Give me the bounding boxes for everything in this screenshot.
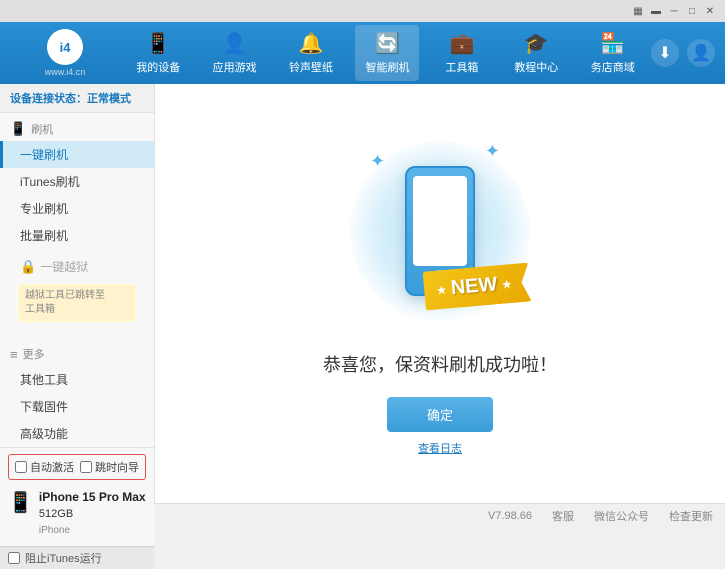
flash-section-label: 刷机 bbox=[31, 121, 53, 137]
sidebar-item-batch-flash[interactable]: 批量刷机 bbox=[0, 222, 154, 249]
star-icon-left: ★ bbox=[435, 282, 447, 297]
close-icon[interactable]: ✕ bbox=[703, 4, 717, 18]
download-button[interactable]: ⬇ bbox=[651, 39, 679, 67]
content-area: ✦ ✦ ★ NEW ★ 恭喜您，保资料刷机成功啦！ 确定 查看日志 bbox=[155, 84, 725, 503]
toolbox-label: 工具箱 bbox=[445, 59, 478, 75]
top-bar: ▦ ▬ ─ □ ✕ bbox=[0, 0, 725, 22]
success-message: 恭喜您，保资料刷机成功啦！ bbox=[323, 351, 557, 377]
phone-illustration: ✦ ✦ ★ NEW ★ bbox=[340, 131, 540, 331]
status-value: 正常模式 bbox=[87, 93, 131, 105]
merchant-label: 务店商域 bbox=[591, 59, 635, 75]
toolbox-icon: 💼 bbox=[449, 31, 474, 56]
nav-toolbox[interactable]: 💼 工具箱 bbox=[432, 25, 492, 81]
main: 设备连接状态：正常模式 📱 刷机 一键刷机 iTunes刷机 专业刷机 批量刷机… bbox=[0, 84, 725, 503]
tutorials-icon: 🎓 bbox=[524, 31, 549, 56]
nav-my-device[interactable]: 📱 我的设备 bbox=[126, 25, 190, 81]
new-ribbon: ★ NEW ★ bbox=[422, 262, 531, 310]
sidebar: 设备连接状态：正常模式 📱 刷机 一键刷机 iTunes刷机 专业刷机 批量刷机… bbox=[0, 84, 155, 503]
logo-url: www.i4.cn bbox=[45, 67, 86, 77]
sparkle-icon-2: ✦ bbox=[485, 141, 500, 162]
wifi-icon: ▦ bbox=[631, 4, 645, 18]
sidebar-item-one-key-flash[interactable]: 一键刷机 bbox=[0, 141, 154, 168]
log-link[interactable]: 查看日志 bbox=[418, 440, 462, 456]
maximize-icon[interactable]: □ bbox=[685, 4, 699, 18]
sidebar-item-download-firmware[interactable]: 下载固件 bbox=[0, 393, 154, 420]
nav-smart-flash[interactable]: 🔄 智能刷机 bbox=[355, 25, 419, 81]
ringtones-label: 铃声壁纸 bbox=[289, 59, 333, 75]
minimize-icon[interactable]: ─ bbox=[667, 4, 681, 18]
my-device-icon: 📱 bbox=[146, 31, 171, 56]
sidebar-item-other-tools[interactable]: 其他工具 bbox=[0, 366, 154, 393]
tutorials-label: 教程中心 bbox=[514, 59, 558, 75]
header-right: ⬇ 👤 bbox=[651, 39, 715, 67]
auto-options-box: 自动激活 跳时向导 bbox=[8, 454, 146, 480]
auto-activate-label: 自动激活 bbox=[30, 459, 74, 475]
my-device-label: 我的设备 bbox=[136, 59, 180, 75]
sidebar-item-advanced[interactable]: 高级功能 bbox=[0, 420, 154, 447]
footer-check-update[interactable]: 检查更新 bbox=[669, 508, 713, 524]
signal-icon: ▬ bbox=[649, 4, 663, 18]
merchant-icon: 🏪 bbox=[600, 31, 625, 56]
footer-wechat[interactable]: 微信公众号 bbox=[594, 508, 649, 524]
timing-guide-label: 跳时向导 bbox=[95, 459, 139, 475]
version-label: V7.98.66 bbox=[488, 510, 532, 522]
header: i4 www.i4.cn 📱 我的设备 👤 应用游戏 🔔 铃声壁纸 🔄 智能刷机… bbox=[0, 22, 725, 84]
more-icon: ≡ bbox=[10, 347, 18, 362]
sparkle-icon-1: ✦ bbox=[370, 151, 385, 172]
new-text: NEW bbox=[450, 273, 498, 300]
sidebar-item-itunes-flash[interactable]: iTunes刷机 bbox=[0, 168, 154, 195]
status-prefix: 设备连接状态： bbox=[10, 93, 87, 105]
device-model: iPhone bbox=[39, 523, 146, 538]
nav-tutorials[interactable]: 🎓 教程中心 bbox=[504, 25, 568, 81]
auto-activate-checkbox[interactable]: 自动激活 bbox=[15, 459, 74, 475]
logo-circle: i4 bbox=[47, 29, 83, 65]
jailbreak-item: 🔒 一键越狱 bbox=[10, 253, 144, 280]
confirm-button[interactable]: 确定 bbox=[387, 397, 493, 432]
jailbreak-warning: 越狱工具已跳转至工具箱 bbox=[18, 284, 136, 322]
more-section-label: 更多 bbox=[23, 346, 45, 362]
logo[interactable]: i4 www.i4.cn bbox=[10, 29, 120, 77]
device-storage: 512GB bbox=[39, 506, 146, 523]
nav-merchant[interactable]: 🏪 务店商域 bbox=[581, 25, 645, 81]
smart-flash-icon: 🔄 bbox=[375, 31, 400, 56]
more-section: ≡ 更多 其他工具 下载固件 高级功能 bbox=[0, 342, 154, 447]
flash-section: 📱 刷机 一键刷机 iTunes刷机 专业刷机 批量刷机 bbox=[0, 117, 154, 249]
new-badge: ★ NEW ★ bbox=[424, 267, 530, 306]
apps-games-label: 应用游戏 bbox=[213, 59, 257, 75]
auto-activate-input[interactable] bbox=[15, 461, 27, 473]
lock-icon: 🔒 bbox=[20, 259, 36, 275]
itunes-bar[interactable]: 阻止iTunes运行 bbox=[0, 546, 154, 569]
nav-items: 📱 我的设备 👤 应用游戏 🔔 铃声壁纸 🔄 智能刷机 💼 工具箱 🎓 教程中心… bbox=[120, 25, 651, 81]
sidebar-bottom: 自动激活 跳时向导 📱 iPhone 15 Pro Max 512GB iPho… bbox=[0, 447, 154, 546]
flash-section-header: 📱 刷机 bbox=[0, 117, 154, 141]
device-phone-icon: 📱 bbox=[8, 490, 33, 515]
timing-guide-checkbox[interactable]: 跳时向导 bbox=[80, 459, 139, 475]
ringtones-icon: 🔔 bbox=[299, 31, 324, 56]
nav-apps-games[interactable]: 👤 应用游戏 bbox=[203, 25, 267, 81]
apps-games-icon: 👤 bbox=[222, 31, 247, 56]
smart-flash-label: 智能刷机 bbox=[365, 59, 409, 75]
device-info: 📱 iPhone 15 Pro Max 512GB iPhone bbox=[8, 486, 146, 540]
status-bar: 设备连接状态：正常模式 bbox=[0, 84, 154, 113]
star-icon-right: ★ bbox=[501, 276, 513, 291]
itunes-label: 阻止iTunes运行 bbox=[25, 550, 102, 566]
phone-screen bbox=[413, 176, 467, 266]
itunes-checkbox[interactable] bbox=[8, 552, 20, 564]
sidebar-item-pro-flash[interactable]: 专业刷机 bbox=[0, 195, 154, 222]
jailbreak-section: 🔒 一键越狱 越狱工具已跳转至工具箱 bbox=[0, 249, 154, 330]
user-button[interactable]: 👤 bbox=[687, 39, 715, 67]
flash-section-icon: 📱 bbox=[10, 121, 26, 137]
more-section-header: ≡ 更多 bbox=[0, 342, 154, 366]
footer-customer-service[interactable]: 客服 bbox=[552, 508, 574, 524]
nav-ringtones[interactable]: 🔔 铃声壁纸 bbox=[279, 25, 343, 81]
timing-guide-input[interactable] bbox=[80, 461, 92, 473]
device-name: iPhone 15 Pro Max bbox=[39, 488, 146, 506]
jailbreak-label: 一键越狱 bbox=[40, 258, 88, 275]
device-details: iPhone 15 Pro Max 512GB iPhone bbox=[39, 488, 146, 538]
